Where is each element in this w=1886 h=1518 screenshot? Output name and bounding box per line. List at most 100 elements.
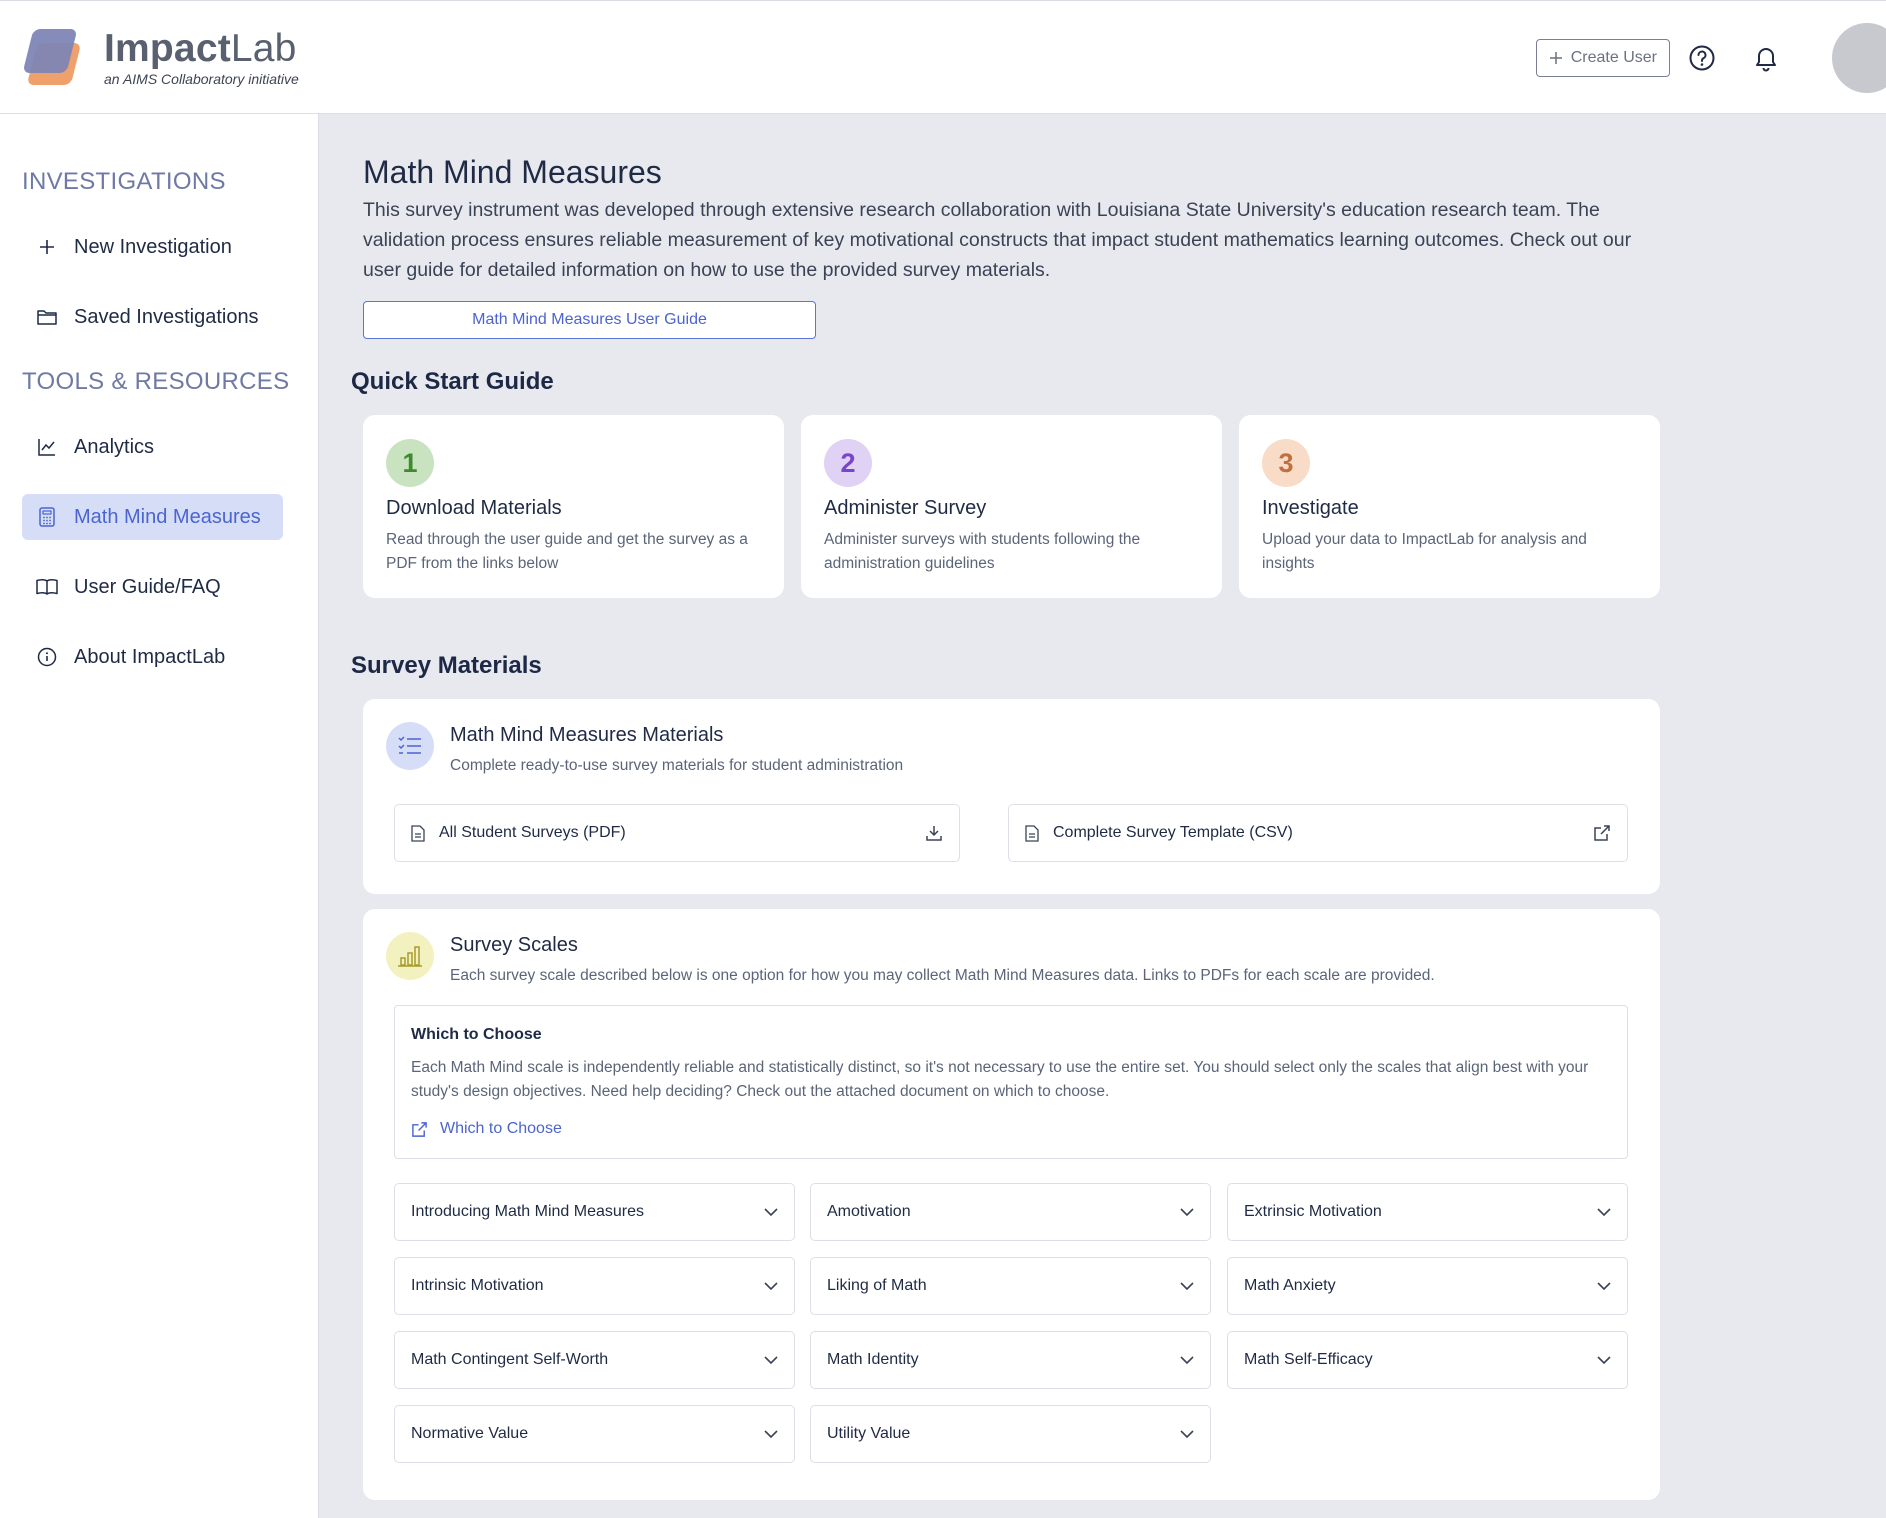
survey-materials-heading: Survey Materials <box>351 652 542 679</box>
user-guide-button[interactable]: Math Mind Measures User Guide <box>363 301 816 339</box>
sidebar-item-label: Math Mind Measures <box>74 505 261 528</box>
scale-accordion[interactable]: Math Identity <box>810 1331 1211 1389</box>
sidebar-item-analytics[interactable]: Analytics <box>22 424 283 470</box>
create-user-button[interactable]: Create User <box>1535 39 1670 77</box>
external-link-icon[interactable] <box>1593 824 1611 842</box>
chevron-down-icon <box>1597 1207 1611 1216</box>
scale-label: Math Anxiety <box>1244 1277 1336 1294</box>
external-link-icon <box>412 1121 427 1137</box>
file-icon <box>411 824 425 842</box>
sidebar: INVESTIGATIONS New Investigation Saved I… <box>0 114 319 1518</box>
plus-icon <box>1549 52 1562 64</box>
scale-label: Math Identity <box>827 1351 919 1368</box>
list-checks-icon <box>386 722 434 770</box>
plus-icon <box>36 236 58 258</box>
materials-card-title: Math Mind Measures Materials <box>450 724 724 746</box>
bar-chart-icon <box>386 932 434 980</box>
section-title-investigations: INVESTIGATIONS <box>22 168 226 195</box>
step-description: Administer surveys with students followi… <box>824 531 1141 572</box>
sidebar-item-about[interactable]: About ImpactLab <box>22 634 283 680</box>
top-header: ImpactLab an AIMS Collaboratory initiati… <box>0 0 1886 114</box>
step-card-administer: 2 Administer Survey Administer surveys w… <box>801 415 1222 598</box>
quick-start-heading: Quick Start Guide <box>351 368 554 395</box>
scale-accordion[interactable]: Introducing Math Mind Measures <box>394 1183 795 1241</box>
chevron-down-icon <box>1180 1355 1194 1364</box>
scale-accordion[interactable]: Math Self-Efficacy <box>1227 1331 1628 1389</box>
scale-label: Math Contingent Self-Worth <box>411 1351 609 1368</box>
page-description: This survey instrument was developed thr… <box>363 199 1632 281</box>
brand-tagline: an AIMS Collaboratory initiative <box>104 71 299 87</box>
calculator-icon <box>36 506 58 528</box>
scale-label: Liking of Math <box>827 1277 927 1294</box>
file-icon <box>1025 824 1039 842</box>
materials-card: Math Mind Measures Materials Complete re… <box>363 699 1660 894</box>
impactlab-logo[interactable]: ImpactLab an AIMS Collaboratory initiati… <box>22 27 299 87</box>
chevron-down-icon <box>1180 1281 1194 1290</box>
book-icon <box>36 576 58 598</box>
create-user-label: Create User <box>1570 49 1657 66</box>
logo-mark-icon <box>22 27 84 87</box>
chevron-down-icon <box>764 1429 778 1438</box>
scale-accordion[interactable]: Liking of Math <box>810 1257 1211 1315</box>
scales-card-title: Survey Scales <box>450 934 578 956</box>
sidebar-item-math-mind-measures[interactable]: Math Mind Measures <box>22 494 283 540</box>
brand-name: ImpactLab <box>104 27 297 70</box>
scale-label: Math Self-Efficacy <box>1244 1351 1373 1368</box>
chevron-down-icon <box>1180 1429 1194 1438</box>
scale-label: Amotivation <box>827 1203 911 1220</box>
step-card-investigate: 3 Investigate Upload your data to Impact… <box>1239 415 1660 598</box>
step-description: Read through the user guide and get the … <box>386 531 748 572</box>
sidebar-item-new-investigation[interactable]: New Investigation <box>22 224 283 270</box>
page-title: Math Mind Measures <box>363 154 662 190</box>
download-icon[interactable] <box>925 824 943 842</box>
chevron-down-icon <box>764 1281 778 1290</box>
scale-label: Extrinsic Motivation <box>1244 1203 1382 1220</box>
section-title-tools: TOOLS & RESOURCES <box>22 368 290 395</box>
step-number: 2 <box>824 439 872 487</box>
scale-accordion[interactable]: Math Anxiety <box>1227 1257 1628 1315</box>
file-label: Complete Survey Template (CSV) <box>1053 824 1293 841</box>
step-title: Download Materials <box>386 497 562 519</box>
scale-accordion[interactable]: Math Contingent Self-Worth <box>394 1331 795 1389</box>
which-to-choose-link-label: Which to Choose <box>440 1120 562 1137</box>
sidebar-item-label: Analytics <box>74 435 155 458</box>
chevron-down-icon <box>764 1355 778 1364</box>
scale-label: Utility Value <box>827 1425 911 1442</box>
sidebar-item-label: User Guide/FAQ <box>74 575 221 598</box>
step-title: Investigate <box>1262 497 1359 519</box>
scale-accordion[interactable]: Normative Value <box>394 1405 795 1463</box>
scale-accordion[interactable]: Intrinsic Motivation <box>394 1257 795 1315</box>
which-to-choose-box: Which to Choose Each Math Mind scale is … <box>394 1005 1628 1159</box>
help-icon[interactable] <box>1686 42 1718 74</box>
chevron-down-icon <box>1597 1281 1611 1290</box>
bell-icon[interactable] <box>1750 42 1782 74</box>
survey-scales-card: Survey Scales Each survey scale describe… <box>363 909 1660 1500</box>
chevron-down-icon <box>764 1207 778 1216</box>
sidebar-item-label: About ImpactLab <box>74 645 226 668</box>
chevron-down-icon <box>1180 1207 1194 1216</box>
csv-template-link[interactable]: Complete Survey Template (CSV) <box>1008 804 1628 862</box>
scales-card-subtitle: Each survey scale described below is one… <box>450 967 1435 984</box>
file-label: All Student Surveys (PDF) <box>439 824 626 841</box>
chart-line-icon <box>36 436 58 458</box>
scale-accordion[interactable]: Extrinsic Motivation <box>1227 1183 1628 1241</box>
folder-icon <box>36 306 58 328</box>
sidebar-item-saved-investigations[interactable]: Saved Investigations <box>22 294 283 340</box>
step-number: 3 <box>1262 439 1310 487</box>
scale-label: Normative Value <box>411 1425 529 1442</box>
sidebar-item-label: New Investigation <box>74 235 232 258</box>
chevron-down-icon <box>1597 1355 1611 1364</box>
which-to-choose-link[interactable]: Which to Choose <box>411 1120 562 1138</box>
scale-accordion[interactable]: Amotivation <box>810 1183 1211 1241</box>
step-title: Administer Survey <box>824 497 987 519</box>
scale-label: Intrinsic Motivation <box>411 1277 544 1294</box>
sidebar-item-user-guide[interactable]: User Guide/FAQ <box>22 564 283 610</box>
pdf-surveys-link[interactable]: All Student Surveys (PDF) <box>394 804 960 862</box>
avatar[interactable] <box>1832 23 1886 93</box>
scale-accordion[interactable]: Utility Value <box>810 1405 1211 1463</box>
which-to-choose-description: Each Math Mind scale is independently re… <box>411 1059 1589 1100</box>
info-icon <box>36 646 58 668</box>
scale-label: Introducing Math Mind Measures <box>411 1203 644 1220</box>
which-to-choose-title: Which to Choose <box>411 1026 542 1043</box>
sidebar-item-label: Saved Investigations <box>74 305 259 328</box>
